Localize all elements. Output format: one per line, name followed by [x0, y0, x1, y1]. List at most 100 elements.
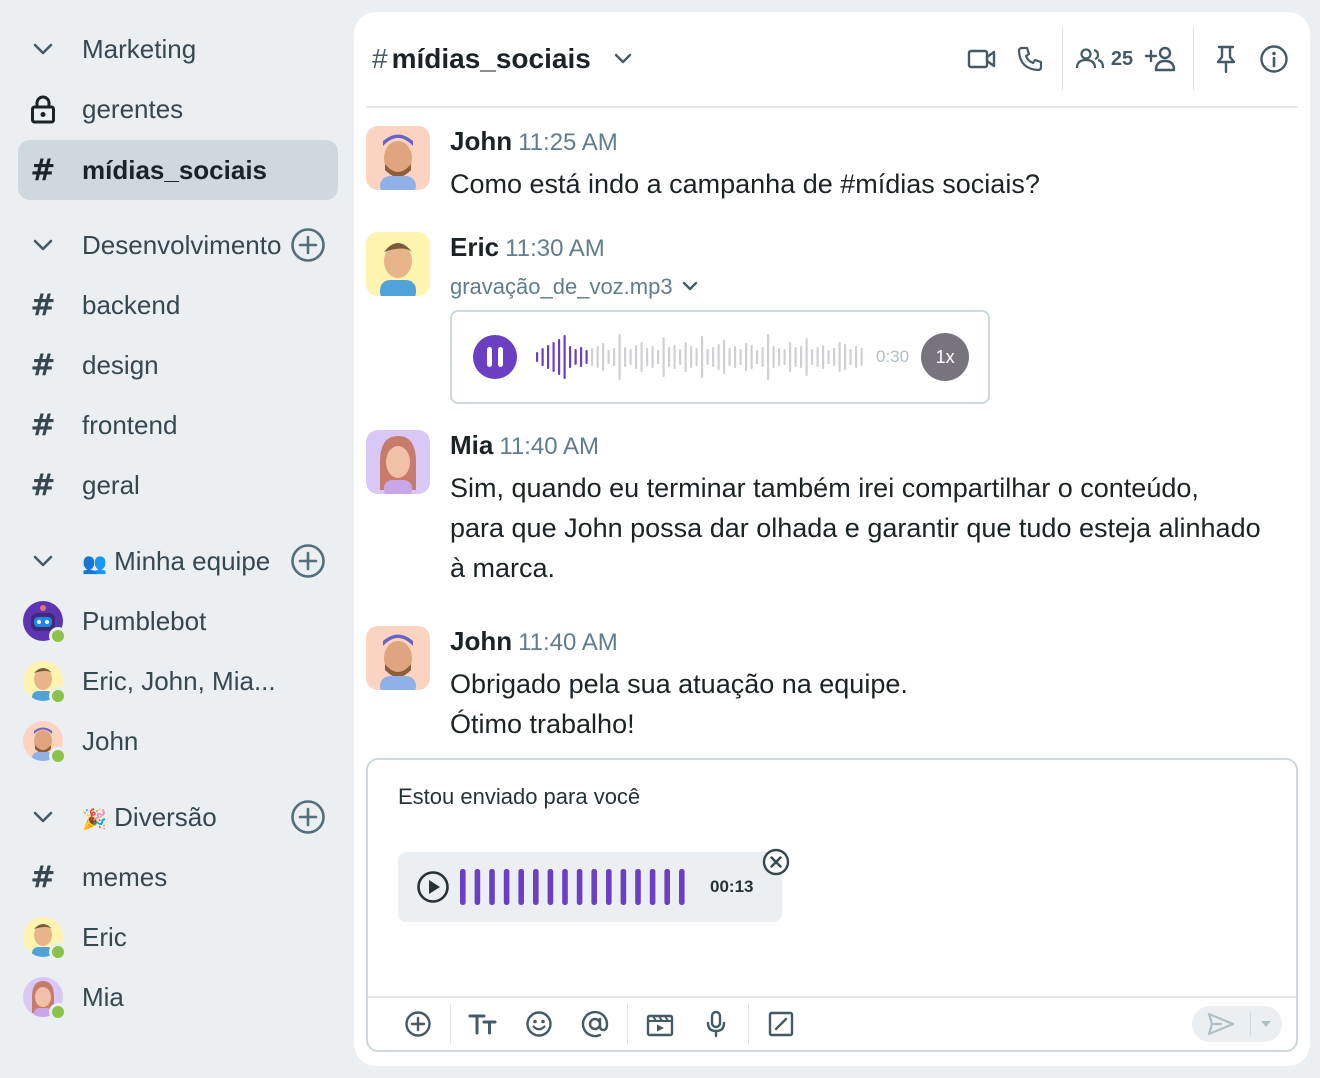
message-author[interactable]: John [450, 126, 512, 156]
voice-record-button[interactable] [688, 997, 744, 1051]
online-status-dot [49, 1003, 67, 1021]
sidebar-item-label: design [82, 349, 159, 380]
section-label: Diversão [114, 801, 217, 832]
sidebar-item-gerentes[interactable]: gerentes [18, 79, 338, 139]
waveform-bar [772, 346, 775, 368]
waveform-bar [855, 346, 858, 368]
mention-button[interactable] [567, 997, 623, 1051]
play-icon [417, 871, 449, 903]
sidebar-item-backend[interactable]: # backend [18, 275, 338, 335]
waveform-bar [558, 339, 561, 375]
waveform-bar [679, 349, 682, 365]
message-time: 11:25 AM [518, 129, 618, 156]
sidebar-item-group-dm[interactable]: Eric, John, Mia... [18, 651, 338, 711]
avatar[interactable] [366, 126, 430, 190]
channel-header: # mídias_sociais 25 [366, 12, 1298, 108]
avatar [23, 721, 67, 765]
waveform-bar [460, 869, 466, 905]
sidebar-item-label: mídias_sociais [82, 154, 267, 185]
sidebar-item-label: Eric [82, 921, 127, 952]
members-button[interactable]: 25 [1071, 35, 1137, 83]
sidebar-item-frontend[interactable]: # frontend [18, 395, 338, 455]
waveform-bar [723, 340, 726, 374]
message-author[interactable]: Mia [450, 430, 493, 460]
slash-command-button[interactable] [753, 997, 809, 1051]
sidebar-item-pumblebot[interactable]: Pumblebot [18, 591, 338, 651]
add-fun-channel-button[interactable] [290, 799, 326, 835]
waveform-bar [503, 869, 510, 905]
waveform-bar [613, 348, 616, 366]
message-composer[interactable]: Estou enviado para você 00:13 [366, 758, 1298, 1052]
add-member-icon[interactable] [1137, 35, 1185, 83]
message-time: 11:40 AM [499, 433, 599, 460]
avatar[interactable] [366, 626, 430, 690]
pause-button[interactable] [472, 334, 518, 380]
sidebar-item-label: Eric, John, Mia... [82, 665, 276, 696]
waveform-bar [620, 869, 627, 905]
waveform-bar [533, 869, 539, 905]
message-author[interactable]: Eric [450, 232, 499, 262]
chat-panel: # mídias_sociais 25 John 11:25 AM Como e… [354, 12, 1310, 1066]
media-button[interactable] [632, 997, 688, 1051]
pin-icon[interactable] [1202, 35, 1250, 83]
caret-down-icon [1261, 1021, 1271, 1027]
waveform-bar [662, 337, 665, 377]
playback-speed-label: 1x [935, 346, 955, 367]
send-options-dropdown[interactable] [1251, 1020, 1281, 1028]
sidebar-item-mia[interactable]: Mia [18, 967, 338, 1027]
send-button[interactable] [1192, 1012, 1250, 1036]
waveform-bar [690, 346, 693, 368]
waveform-bar [668, 347, 671, 367]
sidebar-item-label: gerentes [82, 93, 184, 124]
info-icon[interactable] [1250, 35, 1298, 83]
waveform-bar [651, 346, 654, 368]
waveform-bar [816, 347, 819, 367]
waveform-bar [596, 346, 599, 368]
message-author[interactable]: John [450, 626, 512, 656]
lock-icon [20, 94, 66, 124]
waveform[interactable] [536, 330, 866, 384]
sidebar-item-eric[interactable]: Eric [18, 907, 338, 967]
sidebar-item-midias-sociais[interactable]: # mídias_sociais [18, 140, 338, 200]
waveform-bar [761, 347, 764, 367]
waveform-bar [750, 345, 753, 369]
message-text-line: à marca. [450, 553, 556, 583]
avatar[interactable] [366, 232, 430, 296]
attach-button[interactable] [390, 997, 446, 1051]
remove-clip-button[interactable] [762, 848, 790, 876]
online-status-dot [49, 687, 67, 705]
playback-speed-button[interactable]: 1x [921, 333, 970, 381]
waveform-bar [800, 346, 803, 368]
file-attachment-name[interactable]: gravação_de_voz.mp3 [450, 274, 1298, 300]
emoji-button[interactable] [511, 997, 567, 1051]
sidebar-item-john[interactable]: John [18, 711, 338, 771]
waveform-bar [822, 345, 825, 369]
add-channel-button[interactable] [290, 227, 326, 263]
waveform-bar [602, 343, 605, 371]
waveform-bar [624, 347, 627, 367]
text-format-button[interactable] [455, 997, 511, 1051]
waveform-bar [657, 350, 660, 364]
sidebar-item-memes[interactable]: # memes [18, 847, 338, 907]
message-item: Mia 11:40 AM Sim, quando eu terminar tamb… [366, 430, 1298, 590]
message-text-line: Sim, quando eu terminar também irei comp… [450, 473, 1199, 503]
phone-call-icon[interactable] [1006, 35, 1054, 83]
play-button[interactable] [416, 870, 450, 904]
waveform-bar [805, 338, 808, 376]
waveform-bar [591, 348, 594, 366]
sidebar-item-design[interactable]: # design [18, 335, 338, 395]
john-avatar-icon [366, 126, 430, 190]
channel-title[interactable]: # mídias_sociais [372, 43, 633, 75]
message-time: 11:40 AM [518, 629, 618, 656]
waveform-bar [811, 349, 814, 365]
divider [450, 1004, 451, 1044]
sidebar-item-label: Pumblebot [82, 605, 207, 636]
avatar [23, 601, 67, 645]
composer-input-text[interactable]: Estou enviado para você [398, 784, 640, 810]
channel-hash: # [372, 43, 388, 74]
sidebar-item-geral[interactable]: # geral [18, 455, 338, 515]
video-call-icon[interactable] [958, 35, 1006, 83]
avatar[interactable] [366, 430, 430, 494]
add-member-section-button[interactable] [290, 543, 326, 579]
section-marketing[interactable]: Marketing [18, 19, 338, 79]
